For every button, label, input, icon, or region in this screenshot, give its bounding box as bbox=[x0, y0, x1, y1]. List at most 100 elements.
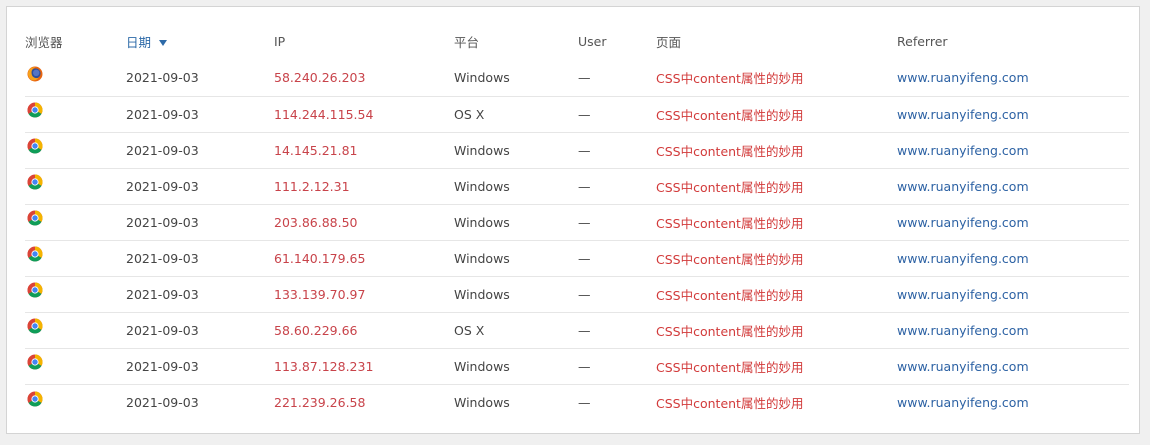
ip-cell: 58.240.26.203 bbox=[274, 70, 366, 86]
header-ip[interactable]: IP bbox=[274, 25, 454, 60]
page-link[interactable]: CSS中content属性的妙用 bbox=[656, 312, 897, 348]
ip-cell: 221.239.26.58 bbox=[274, 394, 366, 410]
platform-cell: Windows bbox=[454, 178, 510, 194]
user-cell: — bbox=[578, 106, 591, 122]
platform-cell: Windows bbox=[454, 286, 510, 302]
referrer-link[interactable]: www.ruanyifeng.com bbox=[897, 60, 1129, 96]
date-cell: 2021-09-03 bbox=[126, 358, 199, 374]
browser-cell bbox=[25, 384, 126, 420]
referrer-link[interactable]: www.ruanyifeng.com bbox=[897, 204, 1129, 240]
platform-cell: Windows bbox=[454, 214, 510, 230]
page-link[interactable]: CSS中content属性的妙用 bbox=[656, 240, 897, 276]
user-cell: — bbox=[578, 250, 591, 266]
chrome-icon bbox=[27, 391, 43, 407]
header-page[interactable]: 页面 bbox=[656, 25, 897, 60]
page-link[interactable]: CSS中content属性的妙用 bbox=[656, 348, 897, 384]
table-row: 2021-09-03 203.86.88.50 Windows — CSS中co… bbox=[25, 204, 1129, 240]
date-cell: 2021-09-03 bbox=[126, 142, 199, 158]
page-link[interactable]: CSS中content属性的妙用 bbox=[656, 60, 897, 96]
referrer-link[interactable]: www.ruanyifeng.com bbox=[897, 168, 1129, 204]
table-header: 浏览器 日期 IP 平台 User 页面 Referrer bbox=[25, 25, 1129, 60]
browser-cell bbox=[25, 168, 126, 204]
chrome-icon bbox=[27, 318, 43, 334]
platform-cell: OS X bbox=[454, 322, 485, 338]
sort-desc-icon bbox=[159, 40, 168, 46]
page-link[interactable]: CSS中content属性的妙用 bbox=[656, 96, 897, 132]
chrome-icon bbox=[27, 354, 43, 370]
browser-cell bbox=[25, 204, 126, 240]
header-date-label: 日期 bbox=[126, 35, 152, 50]
page-link[interactable]: CSS中content属性的妙用 bbox=[656, 132, 897, 168]
browser-cell bbox=[25, 240, 126, 276]
firefox-icon bbox=[27, 66, 43, 82]
table-row: 2021-09-03 221.239.26.58 Windows — CSS中c… bbox=[25, 384, 1129, 420]
header-user[interactable]: User bbox=[578, 25, 656, 60]
visitor-log-panel: 浏览器 日期 IP 平台 User 页面 Referrer 2021-09-03… bbox=[6, 6, 1140, 434]
user-cell: — bbox=[578, 70, 591, 86]
user-cell: — bbox=[578, 178, 591, 194]
referrer-link[interactable]: www.ruanyifeng.com bbox=[897, 312, 1129, 348]
browser-cell bbox=[25, 132, 126, 168]
date-cell: 2021-09-03 bbox=[126, 214, 199, 230]
table-row: 2021-09-03 61.140.179.65 Windows — CSS中c… bbox=[25, 240, 1129, 276]
chrome-icon bbox=[27, 138, 43, 154]
ip-cell: 14.145.21.81 bbox=[274, 142, 358, 158]
platform-cell: Windows bbox=[454, 142, 510, 158]
user-cell: — bbox=[578, 394, 591, 410]
chrome-icon bbox=[27, 246, 43, 262]
page-link[interactable]: CSS中content属性的妙用 bbox=[656, 276, 897, 312]
visitor-log-table: 浏览器 日期 IP 平台 User 页面 Referrer 2021-09-03… bbox=[25, 25, 1129, 420]
referrer-link[interactable]: www.ruanyifeng.com bbox=[897, 96, 1129, 132]
date-cell: 2021-09-03 bbox=[126, 322, 199, 338]
header-row: 浏览器 日期 IP 平台 User 页面 Referrer bbox=[25, 25, 1129, 60]
header-platform[interactable]: 平台 bbox=[454, 25, 578, 60]
date-cell: 2021-09-03 bbox=[126, 250, 199, 266]
platform-cell: Windows bbox=[454, 394, 510, 410]
page-link[interactable]: CSS中content属性的妙用 bbox=[656, 204, 897, 240]
header-browser[interactable]: 浏览器 bbox=[25, 25, 126, 60]
chrome-icon bbox=[27, 102, 43, 118]
ip-cell: 114.244.115.54 bbox=[274, 106, 374, 122]
date-cell: 2021-09-03 bbox=[126, 106, 199, 122]
chrome-icon bbox=[27, 210, 43, 226]
referrer-link[interactable]: www.ruanyifeng.com bbox=[897, 240, 1129, 276]
user-cell: — bbox=[578, 322, 591, 338]
ip-cell: 58.60.229.66 bbox=[274, 322, 358, 338]
browser-cell bbox=[25, 96, 126, 132]
browser-cell bbox=[25, 276, 126, 312]
ip-cell: 113.87.128.231 bbox=[274, 358, 374, 374]
header-referrer[interactable]: Referrer bbox=[897, 25, 1129, 60]
table-body: 2021-09-03 58.240.26.203 Windows — CSS中c… bbox=[25, 60, 1129, 420]
page-link[interactable]: CSS中content属性的妙用 bbox=[656, 168, 897, 204]
chrome-icon bbox=[27, 174, 43, 190]
page-link[interactable]: CSS中content属性的妙用 bbox=[656, 384, 897, 420]
ip-cell: 61.140.179.65 bbox=[274, 250, 366, 266]
browser-cell bbox=[25, 348, 126, 384]
platform-cell: Windows bbox=[454, 70, 510, 86]
chrome-icon bbox=[27, 282, 43, 298]
table-row: 2021-09-03 58.60.229.66 OS X — CSS中conte… bbox=[25, 312, 1129, 348]
table-row: 2021-09-03 113.87.128.231 Windows — CSS中… bbox=[25, 348, 1129, 384]
platform-cell: Windows bbox=[454, 358, 510, 374]
referrer-link[interactable]: www.ruanyifeng.com bbox=[897, 276, 1129, 312]
date-cell: 2021-09-03 bbox=[126, 286, 199, 302]
platform-cell: Windows bbox=[454, 250, 510, 266]
referrer-link[interactable]: www.ruanyifeng.com bbox=[897, 348, 1129, 384]
referrer-link[interactable]: www.ruanyifeng.com bbox=[897, 132, 1129, 168]
referrer-link[interactable]: www.ruanyifeng.com bbox=[897, 384, 1129, 420]
header-date-sorted[interactable]: 日期 bbox=[126, 25, 274, 60]
ip-cell: 203.86.88.50 bbox=[274, 214, 358, 230]
date-cell: 2021-09-03 bbox=[126, 394, 199, 410]
table-row: 2021-09-03 133.139.70.97 Windows — CSS中c… bbox=[25, 276, 1129, 312]
table-row: 2021-09-03 114.244.115.54 OS X — CSS中con… bbox=[25, 96, 1129, 132]
table-row: 2021-09-03 58.240.26.203 Windows — CSS中c… bbox=[25, 60, 1129, 96]
ip-cell: 133.139.70.97 bbox=[274, 286, 366, 302]
user-cell: — bbox=[578, 286, 591, 302]
browser-cell bbox=[25, 312, 126, 348]
table-row: 2021-09-03 14.145.21.81 Windows — CSS中co… bbox=[25, 132, 1129, 168]
user-cell: — bbox=[578, 214, 591, 230]
user-cell: — bbox=[578, 358, 591, 374]
date-cell: 2021-09-03 bbox=[126, 178, 199, 194]
user-cell: — bbox=[578, 142, 591, 158]
table-row: 2021-09-03 111.2.12.31 Windows — CSS中con… bbox=[25, 168, 1129, 204]
